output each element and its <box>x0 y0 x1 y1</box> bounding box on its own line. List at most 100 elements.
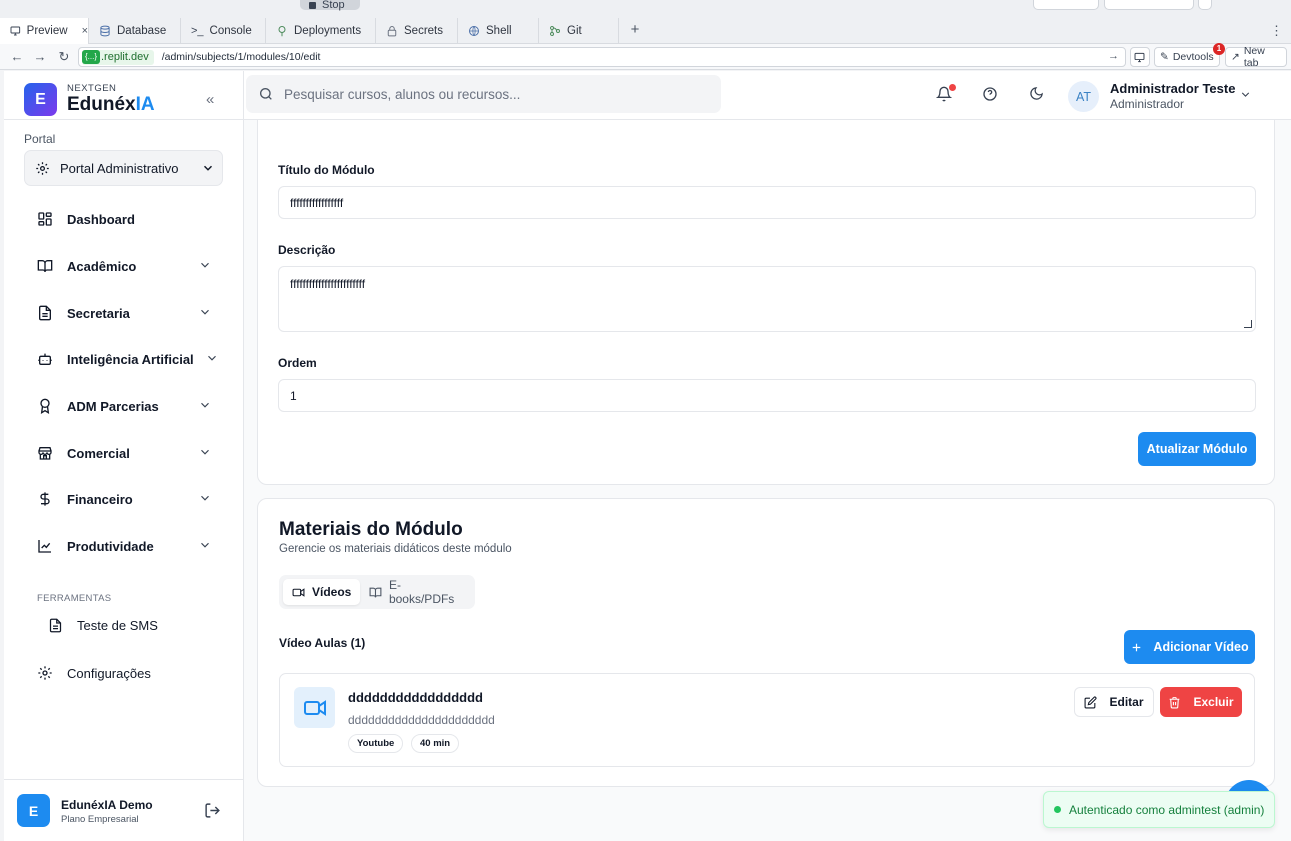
tab-ebooks[interactable]: E-books/PDFs <box>360 578 475 606</box>
update-module-button[interactable]: Atualizar Módulo <box>1138 432 1256 466</box>
url-bar[interactable]: {...} .replit.dev /admin/subjects/1/modu… <box>78 47 1126 67</box>
external-link-icon: ↗ <box>1231 51 1240 63</box>
sidebar-item-comercial[interactable]: Comercial <box>37 441 217 465</box>
add-video-button[interactable]: Adicionar Vídeo <box>1124 630 1255 664</box>
back-button[interactable]: ← <box>8 48 26 66</box>
new-tab-button[interactable]: ↗ New tab <box>1225 45 1287 69</box>
main-content: Título do Módulo fffffffffffffffff Descr… <box>244 120 1291 841</box>
materials-card: Materiais do Módulo Gerencie os materiai… <box>257 498 1275 787</box>
collapse-sidebar-icon[interactable]: « <box>206 91 214 108</box>
sidebar-item-configuracoes[interactable]: Configurações <box>37 665 151 681</box>
screen-button[interactable] <box>1130 47 1150 67</box>
chevron-down-icon[interactable] <box>1239 88 1252 101</box>
url-host-badge: {...} <box>82 50 100 64</box>
notifications-button[interactable] <box>936 84 956 104</box>
sidebar-item-label: Configurações <box>67 665 151 681</box>
trash-icon <box>1170 696 1180 708</box>
database-icon <box>100 25 110 37</box>
video-description: dddddddddddddddddddddd <box>348 713 495 727</box>
search-box <box>246 75 721 113</box>
top-header: AT Administrador Teste Administrador <box>244 71 1291 120</box>
description-value: ffffffffffffffffffffffff <box>290 277 366 291</box>
search-input[interactable] <box>284 86 704 102</box>
brand-tagline: NEXTGEN <box>67 83 117 94</box>
help-button[interactable] <box>982 86 1000 104</box>
sidebar-item-secretaria[interactable]: Secretaria <box>37 301 217 325</box>
module-title-label: Título do Módulo <box>278 163 375 177</box>
order-input[interactable]: 1 <box>278 379 1256 412</box>
avatar[interactable]: AT <box>1068 81 1099 112</box>
brand-name: EdunéxIA <box>67 94 155 115</box>
video-icon <box>303 699 326 716</box>
invite-button[interactable] <box>1033 0 1099 10</box>
chart-line-icon <box>38 540 51 553</box>
more-options-icon[interactable]: ⋮ <box>1270 23 1283 39</box>
video-list-title: Vídeo Aulas (1) <box>279 636 366 650</box>
gear-icon <box>36 161 49 175</box>
tab-git[interactable]: Git <box>539 18 619 44</box>
footer-plan: Plano Empresarial <box>61 814 139 825</box>
sidebar-item-produtividade[interactable]: Produtividade <box>37 534 217 558</box>
close-icon[interactable]: × <box>82 25 88 37</box>
search-icon <box>260 88 272 100</box>
sidebar-item-dashboard[interactable]: Dashboard <box>37 207 217 231</box>
sidebar-item-label: ADM Parcerias <box>67 398 159 414</box>
edit-video-button[interactable]: Editar <box>1074 687 1154 717</box>
redeploy-button[interactable] <box>1104 0 1194 10</box>
sidebar-item-teste-sms[interactable]: Teste de SMS <box>48 618 158 633</box>
url-go-icon[interactable]: → <box>1108 50 1119 62</box>
tab-deployments[interactable]: Deployments <box>266 18 376 44</box>
tab-videos[interactable]: Vídeos <box>283 579 361 605</box>
video-icon <box>292 587 305 597</box>
logout-icon[interactable] <box>204 802 221 819</box>
tab-database[interactable]: Database <box>89 18 181 44</box>
monitor-icon <box>10 26 21 36</box>
portal-select[interactable]: Portal Administrativo <box>24 150 223 186</box>
sidebar-item-adm-parcerias[interactable]: ADM Parcerias <box>37 394 217 418</box>
sidebar-item-inteligencia-artificial[interactable]: Inteligência Artificial <box>37 347 217 371</box>
delete-video-button[interactable]: Excluir <box>1160 687 1242 717</box>
tab-label: Console <box>209 25 252 37</box>
terminal-icon: >_ <box>191 25 204 37</box>
edit-icon <box>1085 695 1097 708</box>
chevron-down-icon <box>201 309 209 315</box>
toast-message: Autenticado como admintest (admin) <box>1069 802 1265 817</box>
tab-label: Preview <box>26 25 68 37</box>
forward-button[interactable]: → <box>31 48 49 66</box>
wrench-icon: ✎ <box>1160 51 1169 63</box>
tab-label: Secrets <box>404 25 443 37</box>
replit-address-bar: ← → ↻ {...} .replit.dev /admin/subjects/… <box>0 43 1291 70</box>
tab-shell[interactable]: Shell <box>458 18 539 44</box>
chevron-down-icon <box>203 165 213 171</box>
new-tab-label: New tab <box>1243 45 1265 69</box>
brand[interactable]: E NEXTGEN EdunéxIA <box>24 83 155 116</box>
sidebar-item-label: Teste de SMS <box>77 618 158 633</box>
description-label: Descrição <box>278 243 336 257</box>
sidebar-item-financeiro[interactable]: Financeiro <box>37 487 217 511</box>
toggle-button[interactable] <box>1198 0 1212 10</box>
reload-button[interactable]: ↻ <box>55 48 73 66</box>
user-name[interactable]: Administrador Teste <box>1110 81 1235 96</box>
module-form-card: Título do Módulo fffffffffffffffff Descr… <box>257 120 1275 485</box>
description-textarea[interactable]: ffffffffffffffffffffffff <box>278 266 1256 332</box>
stop-button[interactable]: Stop <box>300 0 360 11</box>
tab-console[interactable]: >_ Console <box>181 18 266 44</box>
sidebar-item-academico[interactable]: Acadêmico <box>37 254 217 278</box>
dashboard-icon <box>38 212 52 226</box>
portal-label: Portal <box>24 132 56 146</box>
user-role: Administrador <box>1110 97 1185 111</box>
resize-handle-icon[interactable] <box>1244 320 1252 328</box>
devtools-button[interactable]: ✎ Devtools 1 <box>1154 43 1225 67</box>
url-path: /admin/subjects/1/modules/10/edit <box>161 51 321 63</box>
add-tab-button[interactable]: + <box>626 21 644 39</box>
notification-dot <box>949 84 956 91</box>
app-root: E NEXTGEN EdunéxIA « Portal Portal Admin… <box>4 71 1291 841</box>
module-title-input[interactable]: fffffffffffffffff <box>278 186 1256 219</box>
tab-preview[interactable]: Preview × <box>0 18 89 44</box>
materials-tabs: Vídeos E-books/PDFs <box>279 575 475 609</box>
chevron-down-icon <box>208 355 216 361</box>
tab-secrets[interactable]: Secrets <box>376 18 458 44</box>
footer-org-name: EdunéxIA Demo <box>61 798 153 812</box>
footer-logo: E <box>17 794 50 827</box>
theme-toggle-button[interactable] <box>1029 86 1047 104</box>
